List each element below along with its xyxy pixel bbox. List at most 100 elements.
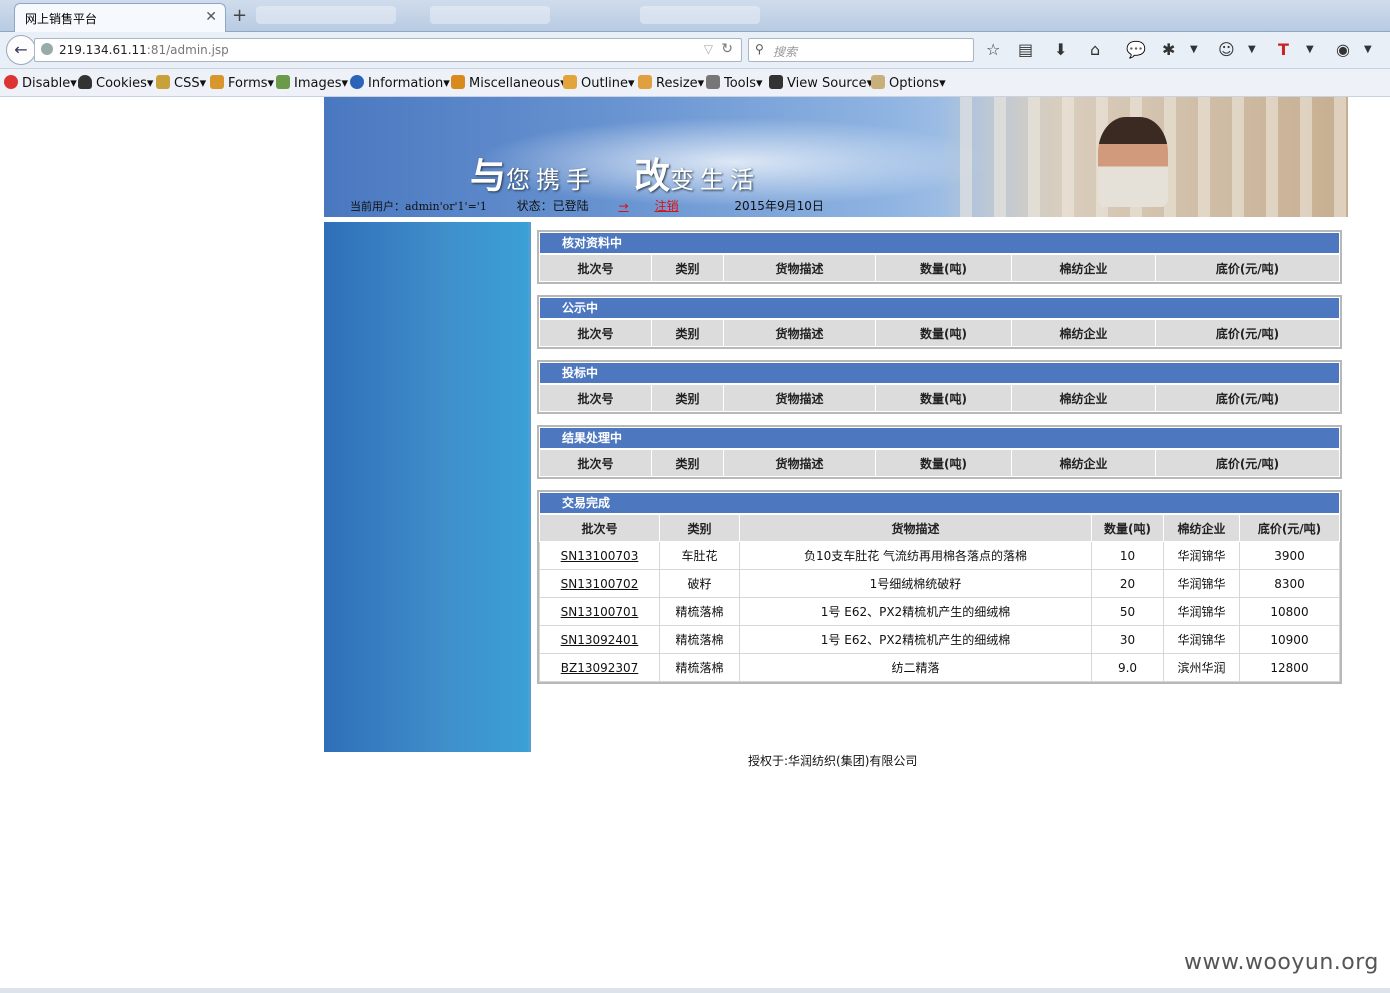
batch-cell: BZ13092307 <box>539 653 660 682</box>
dev-view-source-menu[interactable]: View Source▾ <box>769 75 873 91</box>
url-text[interactable]: 219.134.61.11:81/admin.jsp <box>59 43 229 57</box>
watermark: www.wooyun.org <box>1184 950 1379 975</box>
batch-link[interactable]: SN13100702 <box>561 577 639 591</box>
column-header: 批次号 <box>539 449 652 477</box>
banner-slogan: 与您携手 改变生活 <box>470 147 798 199</box>
dev-menu-label: Information▾ <box>368 76 450 91</box>
batch-cell: SN13092401 <box>539 625 660 654</box>
column-header: 棉纺企业 <box>1011 319 1156 347</box>
section-table: 批次号 类别 货物描述 数量(吨) 棉纺企业 底价(元/吨) <box>539 449 1340 477</box>
dev-menu-label: Resize▾ <box>656 76 705 91</box>
dev-miscellaneous-menu[interactable]: Miscellaneous▾ <box>451 75 567 91</box>
bookmarks-list-icon[interactable]: ▤ <box>1018 40 1033 59</box>
price-cell: 8300 <box>1239 569 1340 598</box>
dev-resize-menu[interactable]: Resize▾ <box>638 75 704 91</box>
table-header-row: 批次号 类别 货物描述 数量(吨) 棉纺企业 底价(元/吨) <box>539 449 1340 477</box>
tab-active[interactable]: 网上销售平台 ✕ <box>14 3 226 32</box>
category-cell: 精梳落棉 <box>659 625 740 654</box>
dev-menu-label: Cookies▾ <box>96 76 154 91</box>
column-header: 棉纺企业 <box>1011 384 1156 412</box>
section-table: 批次号 类别 货物描述 数量(吨) 棉纺企业 底价(元/吨) <box>539 254 1340 282</box>
new-tab-icon[interactable]: + <box>232 5 247 26</box>
dev-forms-menu[interactable]: Forms▾ <box>210 75 274 91</box>
section-completed: 交易完成 批次号 类别 货物描述 数量(吨) 棉纺企业 底价(元/吨) SN13… <box>537 490 1342 684</box>
cookies-icon <box>78 75 92 89</box>
dev-information-menu[interactable]: Information▾ <box>350 75 450 91</box>
quantity-cell: 30 <box>1091 625 1164 654</box>
price-cell: 10800 <box>1239 597 1340 626</box>
batch-link[interactable]: SN13092401 <box>561 633 639 647</box>
batch-cell: SN13100703 <box>539 541 660 570</box>
resize-icon <box>638 75 652 89</box>
search-bar[interactable]: ⚲ 搜索 <box>748 38 974 62</box>
chevron-down-icon[interactable]: ▼ <box>1248 44 1256 55</box>
dev-menu-label: Options▾ <box>889 76 946 91</box>
outline-icon <box>563 75 577 89</box>
batch-link[interactable]: SN13100703 <box>561 549 639 563</box>
logout-arrow-icon: → <box>618 199 629 213</box>
home-icon[interactable]: ⌂ <box>1090 40 1100 59</box>
category-cell: 破籽 <box>659 569 740 598</box>
logout-link[interactable]: → 注销 <box>619 199 705 213</box>
column-header: 货物描述 <box>723 449 876 477</box>
download-icon[interactable]: ⬇ <box>1054 40 1067 59</box>
window-bottom-edge <box>0 988 1390 993</box>
chevron-down-icon[interactable]: ▼ <box>1364 44 1372 55</box>
greasemonkey-icon[interactable]: ☺ <box>1218 40 1235 59</box>
column-header: 类别 <box>651 384 724 412</box>
back-button[interactable]: ← <box>6 35 36 65</box>
column-header: 底价(元/吨) <box>1155 384 1340 412</box>
column-header: 货物描述 <box>739 514 1092 542</box>
text-tool-icon[interactable]: T <box>1278 40 1289 59</box>
batch-link[interactable]: BZ13092307 <box>561 661 639 675</box>
site-banner: 与您携手 改变生活 当前用户：admin'or'1'='1 状态：已登陆 → 注销 … <box>324 97 1348 217</box>
column-header: 类别 <box>651 319 724 347</box>
quantity-cell: 10 <box>1091 541 1164 570</box>
dev-menu-label: Miscellaneous▾ <box>469 76 567 91</box>
column-header: 数量(吨) <box>1091 514 1164 542</box>
chevron-down-icon[interactable]: ▼ <box>1306 44 1314 55</box>
firebug-icon[interactable]: ✱ <box>1162 40 1175 59</box>
miscellaneous-icon <box>451 75 465 89</box>
bookmark-star-icon[interactable]: ☆ <box>986 40 1000 59</box>
company-cell: 滨州华润 <box>1163 653 1240 682</box>
dev-disable-menu[interactable]: Disable▾ <box>4 75 77 91</box>
quantity-cell: 50 <box>1091 597 1164 626</box>
table-row: SN13100702 破籽 1号细绒棉统破籽 20 华润锦华 8300 <box>539 569 1340 598</box>
section-table: 批次号 类别 货物描述 数量(吨) 棉纺企业 底价(元/吨) <box>539 319 1340 347</box>
slogan-char: 改 <box>634 155 671 197</box>
chevron-down-icon[interactable]: ▼ <box>1190 44 1198 55</box>
globe-icon[interactable]: ◉ <box>1336 40 1350 59</box>
reload-icon[interactable]: ↻ <box>721 41 733 57</box>
tab-bar: 网上销售平台 ✕ + <box>0 0 1390 32</box>
url-path: :81/admin.jsp <box>146 43 229 57</box>
dev-menu-label: Tools▾ <box>724 76 763 91</box>
section-publicity: 公示中 批次号 类别 货物描述 数量(吨) 棉纺企业 底价(元/吨) <box>537 295 1342 349</box>
column-header: 货物描述 <box>723 319 876 347</box>
section-checking: 核对资料中 批次号 类别 货物描述 数量(吨) 棉纺企业 底价(元/吨) <box>537 230 1342 284</box>
column-header: 类别 <box>651 449 724 477</box>
background-tab[interactable] <box>430 6 550 24</box>
url-bar[interactable]: 219.134.61.11:81/admin.jsp ▽ ↻ <box>34 38 742 62</box>
close-tab-icon[interactable]: ✕ <box>205 9 217 25</box>
batch-link[interactable]: SN13100701 <box>561 605 639 619</box>
column-header: 底价(元/吨) <box>1155 319 1340 347</box>
search-placeholder: 搜索 <box>773 45 798 59</box>
background-tab[interactable] <box>640 6 760 24</box>
dev-css-menu[interactable]: CSS▾ <box>156 75 206 91</box>
site-identity-icon[interactable] <box>41 43 53 55</box>
price-cell: 12800 <box>1239 653 1340 682</box>
dev-menu-label: Outline▾ <box>581 76 635 91</box>
dev-images-menu[interactable]: Images▾ <box>276 75 348 91</box>
chat-icon[interactable]: 💬 <box>1126 40 1146 59</box>
dev-options-menu[interactable]: Options▾ <box>871 75 946 91</box>
dev-tools-menu[interactable]: Tools▾ <box>706 75 763 91</box>
column-header: 批次号 <box>539 384 652 412</box>
dev-outline-menu[interactable]: Outline▾ <box>563 75 635 91</box>
dev-menu-label: View Source▾ <box>787 76 874 91</box>
price-cell: 3900 <box>1239 541 1340 570</box>
slogan-text: 变生活 <box>670 166 761 194</box>
background-tab[interactable] <box>256 6 396 24</box>
dev-cookies-menu[interactable]: Cookies▾ <box>78 75 153 91</box>
url-dropdown-icon[interactable]: ▽ <box>704 42 713 56</box>
